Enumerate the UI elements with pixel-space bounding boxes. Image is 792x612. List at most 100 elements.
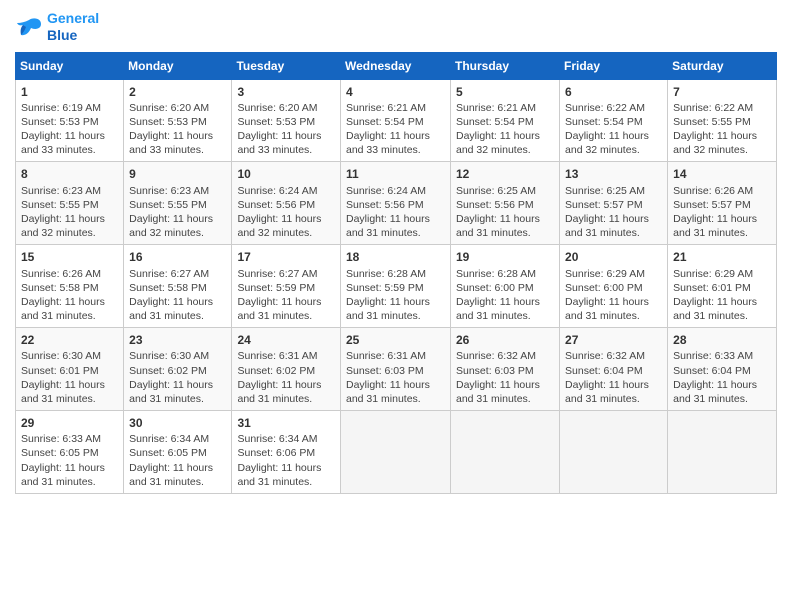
day-info: Sunrise: 6:32 AM Sunset: 6:04 PM Dayligh…: [565, 349, 662, 406]
day-number: 5: [456, 84, 554, 100]
calendar-cell: 13 Sunrise: 6:25 AM Sunset: 5:57 PM Dayli…: [560, 162, 668, 245]
calendar-cell: 6Sunrise: 6:22 AM Sunset: 5:54 PM Daylig…: [560, 79, 668, 162]
day-number: 30: [129, 415, 226, 431]
calendar-cell: 26Sunrise: 6:32 AM Sunset: 6:03 PM Dayli…: [451, 328, 560, 411]
calendar-cell: 19 Sunrise: 6:28 AM Sunset: 6:00 PM Dayli…: [451, 245, 560, 328]
day-number: 18: [346, 249, 445, 265]
calendar-cell: 5Sunrise: 6:21 AM Sunset: 5:54 PM Daylig…: [451, 79, 560, 162]
day-number: 1: [21, 84, 118, 100]
calendar-cell: [451, 411, 560, 494]
day-info: Sunrise: 6:33 AM Sunset: 6:05 PM Dayligh…: [21, 432, 118, 489]
day-info: Sunrise: 6:21 AM Sunset: 5:54 PM Dayligh…: [456, 101, 554, 158]
day-number: 4: [346, 84, 445, 100]
calendar-cell: 16 Sunrise: 6:27 AM Sunset: 5:58 PM Dayli…: [124, 245, 232, 328]
calendar-cell: 9 Sunrise: 6:23 AM Sunset: 5:55 PM Daylig…: [124, 162, 232, 245]
day-info: Sunrise: 6:20 AM Sunset: 5:53 PM Dayligh…: [129, 101, 226, 158]
day-info: Sunrise: 6:20 AM Sunset: 5:53 PM Dayligh…: [237, 101, 335, 158]
calendar-cell: 14 Sunrise: 6:26 AM Sunset: 5:57 PM Dayli…: [668, 162, 777, 245]
logo-text: General Blue: [47, 10, 99, 44]
day-info: Sunrise: 6:24 AM Sunset: 5:56 PM Dayligh…: [237, 184, 335, 241]
day-info: Sunrise: 6:21 AM Sunset: 5:54 PM Dayligh…: [346, 101, 445, 158]
calendar-cell: 1Sunrise: 6:19 AM Sunset: 5:53 PM Daylig…: [16, 79, 124, 162]
calendar-cell: 21Sunrise: 6:29 AM Sunset: 6:01 PM Dayli…: [668, 245, 777, 328]
day-number: 9: [129, 166, 226, 182]
calendar-cell: 22Sunrise: 6:30 AM Sunset: 6:01 PM Dayli…: [16, 328, 124, 411]
day-number: 29: [21, 415, 118, 431]
calendar-cell: 7Sunrise: 6:22 AM Sunset: 5:55 PM Daylig…: [668, 79, 777, 162]
day-info: Sunrise: 6:25 AM Sunset: 5:57 PM Dayligh…: [565, 184, 662, 241]
day-number: 25: [346, 332, 445, 348]
day-number: 27: [565, 332, 662, 348]
calendar-cell: 4Sunrise: 6:21 AM Sunset: 5:54 PM Daylig…: [341, 79, 451, 162]
day-info: Sunrise: 6:19 AM Sunset: 5:53 PM Dayligh…: [21, 101, 118, 158]
column-header-saturday: Saturday: [668, 52, 777, 79]
day-number: 6: [565, 84, 662, 100]
calendar-cell: 18 Sunrise: 6:28 AM Sunset: 5:59 PM Dayli…: [341, 245, 451, 328]
day-info: Sunrise: 6:34 AM Sunset: 6:05 PM Dayligh…: [129, 432, 226, 489]
day-info: Sunrise: 6:29 AM Sunset: 6:01 PM Dayligh…: [673, 267, 771, 324]
day-number: 22: [21, 332, 118, 348]
day-info: Sunrise: 6:26 AM Sunset: 5:57 PM Dayligh…: [673, 184, 771, 241]
calendar-cell: 28Sunrise: 6:33 AM Sunset: 6:04 PM Dayli…: [668, 328, 777, 411]
calendar-cell: 31Sunrise: 6:34 AM Sunset: 6:06 PM Dayli…: [232, 411, 341, 494]
calendar-cell: [341, 411, 451, 494]
day-number: 13: [565, 166, 662, 182]
day-info: Sunrise: 6:29 AM Sunset: 6:00 PM Dayligh…: [565, 267, 662, 324]
day-number: 20: [565, 249, 662, 265]
calendar-cell: 20 Sunrise: 6:29 AM Sunset: 6:00 PM Dayli…: [560, 245, 668, 328]
day-info: Sunrise: 6:26 AM Sunset: 5:58 PM Dayligh…: [21, 267, 118, 324]
day-info: Sunrise: 6:27 AM Sunset: 5:59 PM Dayligh…: [237, 267, 335, 324]
day-info: Sunrise: 6:33 AM Sunset: 6:04 PM Dayligh…: [673, 349, 771, 406]
calendar-cell: [560, 411, 668, 494]
day-number: 16: [129, 249, 226, 265]
day-info: Sunrise: 6:24 AM Sunset: 5:56 PM Dayligh…: [346, 184, 445, 241]
calendar-cell: 12 Sunrise: 6:25 AM Sunset: 5:56 PM Dayli…: [451, 162, 560, 245]
day-number: 23: [129, 332, 226, 348]
calendar-cell: 25Sunrise: 6:31 AM Sunset: 6:03 PM Dayli…: [341, 328, 451, 411]
day-info: Sunrise: 6:25 AM Sunset: 5:56 PM Dayligh…: [456, 184, 554, 241]
day-info: Sunrise: 6:28 AM Sunset: 5:59 PM Dayligh…: [346, 267, 445, 324]
day-info: Sunrise: 6:28 AM Sunset: 6:00 PM Dayligh…: [456, 267, 554, 324]
page-header: General Blue: [15, 10, 777, 44]
logo-icon: [15, 16, 43, 38]
day-number: 14: [673, 166, 771, 182]
day-number: 3: [237, 84, 335, 100]
day-info: Sunrise: 6:27 AM Sunset: 5:58 PM Dayligh…: [129, 267, 226, 324]
calendar-cell: 3Sunrise: 6:20 AM Sunset: 5:53 PM Daylig…: [232, 79, 341, 162]
calendar-cell: 15 Sunrise: 6:26 AM Sunset: 5:58 PM Dayli…: [16, 245, 124, 328]
day-info: Sunrise: 6:23 AM Sunset: 5:55 PM Dayligh…: [21, 184, 118, 241]
day-info: Sunrise: 6:31 AM Sunset: 6:02 PM Dayligh…: [237, 349, 335, 406]
calendar-cell: 11 Sunrise: 6:24 AM Sunset: 5:56 PM Dayli…: [341, 162, 451, 245]
day-number: 28: [673, 332, 771, 348]
day-info: Sunrise: 6:30 AM Sunset: 6:02 PM Dayligh…: [129, 349, 226, 406]
calendar-cell: [668, 411, 777, 494]
calendar-cell: 29Sunrise: 6:33 AM Sunset: 6:05 PM Dayli…: [16, 411, 124, 494]
calendar-cell: 2Sunrise: 6:20 AM Sunset: 5:53 PM Daylig…: [124, 79, 232, 162]
day-number: 19: [456, 249, 554, 265]
column-header-friday: Friday: [560, 52, 668, 79]
day-number: 11: [346, 166, 445, 182]
day-number: 7: [673, 84, 771, 100]
column-header-thursday: Thursday: [451, 52, 560, 79]
day-number: 8: [21, 166, 118, 182]
day-info: Sunrise: 6:23 AM Sunset: 5:55 PM Dayligh…: [129, 184, 226, 241]
calendar-cell: 8 Sunrise: 6:23 AM Sunset: 5:55 PM Daylig…: [16, 162, 124, 245]
calendar-cell: 24Sunrise: 6:31 AM Sunset: 6:02 PM Dayli…: [232, 328, 341, 411]
column-header-monday: Monday: [124, 52, 232, 79]
day-info: Sunrise: 6:22 AM Sunset: 5:55 PM Dayligh…: [673, 101, 771, 158]
logo: General Blue: [15, 10, 99, 44]
day-number: 24: [237, 332, 335, 348]
day-info: Sunrise: 6:31 AM Sunset: 6:03 PM Dayligh…: [346, 349, 445, 406]
day-info: Sunrise: 6:34 AM Sunset: 6:06 PM Dayligh…: [237, 432, 335, 489]
day-info: Sunrise: 6:32 AM Sunset: 6:03 PM Dayligh…: [456, 349, 554, 406]
day-number: 17: [237, 249, 335, 265]
day-number: 15: [21, 249, 118, 265]
day-number: 31: [237, 415, 335, 431]
day-number: 12: [456, 166, 554, 182]
calendar-cell: 27Sunrise: 6:32 AM Sunset: 6:04 PM Dayli…: [560, 328, 668, 411]
day-number: 10: [237, 166, 335, 182]
column-header-wednesday: Wednesday: [341, 52, 451, 79]
calendar-cell: 17 Sunrise: 6:27 AM Sunset: 5:59 PM Dayli…: [232, 245, 341, 328]
calendar-cell: 30Sunrise: 6:34 AM Sunset: 6:05 PM Dayli…: [124, 411, 232, 494]
column-header-sunday: Sunday: [16, 52, 124, 79]
